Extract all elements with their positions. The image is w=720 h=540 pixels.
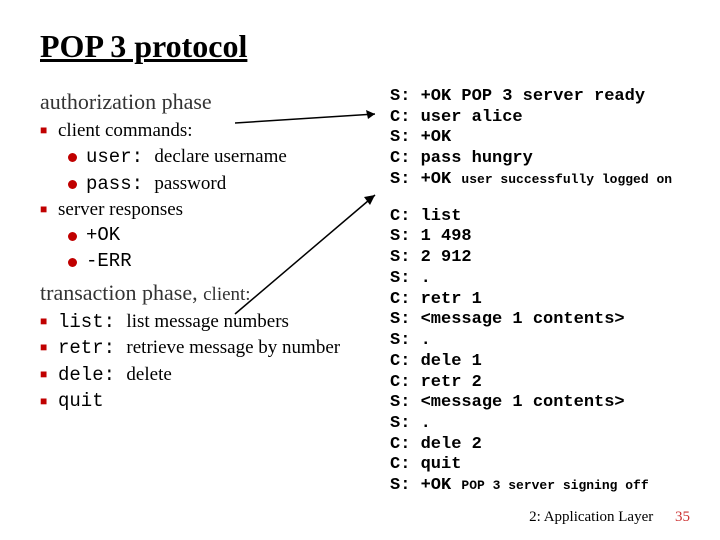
bullet-text: pass: password (86, 172, 226, 197)
bullet-client-commands: ■ client commands: (40, 119, 360, 143)
right-column: S: +OK POP 3 server ready C: user alice … (360, 83, 700, 497)
circle-bullet-icon (68, 224, 86, 248)
bullet-text: -ERR (86, 250, 132, 274)
bullet-user: user: declare username (68, 145, 360, 170)
bullet-list-cmd: ■ list: list message numbers (40, 310, 360, 335)
slide: POP 3 protocol authorization phase ■ cli… (0, 0, 720, 540)
square-bullet-icon: ■ (40, 340, 58, 355)
bullet-retr-cmd: ■ retr: retrieve message by number (40, 336, 360, 361)
bullet-text: +OK (86, 224, 120, 248)
square-bullet-icon: ■ (40, 202, 58, 217)
footer-page-number: 35 (675, 509, 690, 525)
terminal-auth-block: S: +OK POP 3 server ready C: user alice … (390, 87, 700, 191)
circle-bullet-icon (68, 145, 86, 169)
bullet-text: retr: retrieve message by number (58, 336, 340, 361)
square-bullet-icon: ■ (40, 314, 58, 329)
bullet-dele-cmd: ■ dele: delete (40, 363, 360, 388)
columns: authorization phase ■ client commands: u… (40, 83, 700, 497)
square-bullet-icon: ■ (40, 123, 58, 138)
footer: 2: Application Layer 35 (529, 509, 690, 526)
circle-bullet-icon (68, 250, 86, 274)
bullet-text: dele: delete (58, 363, 172, 388)
bullet-err: -ERR (68, 250, 360, 274)
bullet-pass: pass: password (68, 172, 360, 197)
bullet-ok: +OK (68, 224, 360, 248)
bullet-text: server responses (58, 198, 183, 222)
footer-chapter: 2: Application Layer (529, 509, 653, 525)
subhead-authorization: authorization phase (40, 89, 360, 115)
bullet-server-responses: ■ server responses (40, 198, 360, 222)
bullet-text: list: list message numbers (58, 310, 289, 335)
square-bullet-icon: ■ (40, 367, 58, 382)
bullet-quit-cmd: ■ quit (40, 390, 360, 414)
bullet-text: client commands: (58, 119, 193, 143)
bullet-text: quit (58, 390, 104, 414)
square-bullet-icon: ■ (40, 394, 58, 409)
left-column: authorization phase ■ client commands: u… (40, 83, 360, 416)
terminal-transaction-block: C: list S: 1 498 S: 2 912 S: . C: retr 1… (390, 207, 700, 497)
slide-title: POP 3 protocol (40, 28, 700, 65)
bullet-text: user: declare username (86, 145, 287, 170)
circle-bullet-icon (68, 172, 86, 196)
subhead-transaction: transaction phase, client: (40, 280, 360, 306)
